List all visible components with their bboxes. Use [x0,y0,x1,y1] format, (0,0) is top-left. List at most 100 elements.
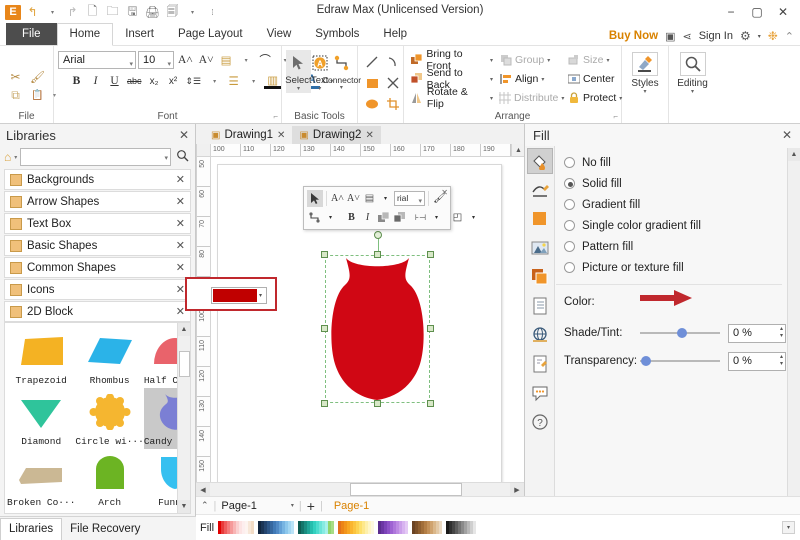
line-spacing-icon[interactable]: ⇕☰ [184,72,204,90]
tab-page-layout[interactable]: Page Layout [166,24,255,45]
subscript-button[interactable]: x₂ [146,72,163,90]
palette-swatch[interactable] [331,521,334,534]
library-search-input[interactable]: ▾ [20,148,171,166]
shade-tint-input[interactable]: 0 % ▴ ▾ [728,324,786,343]
chevron-down-icon[interactable]: ▾ [164,154,168,162]
spinner-arrows[interactable]: ▴ ▾ [780,354,783,368]
chevron-down-icon[interactable]: ▾ [490,95,493,102]
current-page-tab[interactable]: Page-1 [334,500,369,512]
spinner-arrows[interactable]: ▴ ▾ [780,326,783,340]
font-name-combo[interactable]: Arial ▾ [58,51,136,69]
canvas-horizontal-scrollbar[interactable]: ◀ ▶ [196,482,524,496]
transparency-slider[interactable] [640,354,720,368]
close-icon[interactable]: ✕ [179,128,189,142]
close-icon[interactable]: ✕ [176,283,185,296]
tab-libraries[interactable]: Libraries [0,518,62,540]
crop-shape-icon[interactable] [383,94,403,114]
chevron-down-icon[interactable]: ▾ [606,57,609,64]
font-size-combo[interactable]: 10 ▾ [138,51,174,69]
bullets-dropdown-icon[interactable]: ▾ [245,72,262,90]
shape-rhombus[interactable]: Rhombus [75,327,143,388]
scroll-down-icon[interactable]: ▼ [178,500,190,513]
chevron-down-icon[interactable]: ▾ [547,57,550,64]
resize-handle-e[interactable] [427,325,434,332]
group-button[interactable]: Group ▾ [496,51,564,69]
align-distribute-dropdown-icon[interactable]: ▾ [429,209,444,226]
search-icon[interactable] [174,149,191,165]
library-item-icons[interactable]: Icons ✕ [4,279,191,300]
align-distribute-icon[interactable]: ⊦⊣ [413,209,428,226]
distribute-button[interactable]: Distribute ▾ [496,89,564,107]
app-badge-icon[interactable]: ❉ [768,29,778,43]
superscript-button[interactable]: x² [165,72,182,90]
chevron-down-icon[interactable]: ▾ [643,89,646,96]
italic-button[interactable]: I [87,72,104,90]
palette-dropdown-icon[interactable]: ▾ [782,521,795,534]
home-icon[interactable]: ⌂ [4,150,11,164]
selected-shape-wrapper[interactable] [325,255,430,403]
collapse-ribbon-icon[interactable]: ⌃ [785,30,794,43]
format-painter-icon[interactable]: 🖌 [29,68,46,85]
scroll-up-icon[interactable]: ▲ [178,323,190,336]
picture-icon[interactable] [527,235,553,261]
color-palette[interactable] [218,521,480,534]
center-button[interactable]: Center [564,70,626,88]
cross-shape-icon[interactable] [383,73,403,93]
close-icon[interactable]: ✕ [176,173,185,186]
line-icon[interactable] [527,177,553,203]
scrollbar-track[interactable] [210,483,510,496]
spinner-up-icon[interactable]: ▴ [780,354,783,361]
library-item-backgrounds[interactable]: Backgrounds ✕ [4,169,191,190]
bold-button[interactable]: B [344,209,359,226]
transparency-input[interactable]: 0 % ▴ ▾ [728,352,786,371]
mini-font-name-combo[interactable]: rial ▾ [394,191,425,206]
copy-icon[interactable]: ⧉ [7,87,24,104]
gear-icon[interactable]: ⚙ [740,29,751,43]
collapse-icon[interactable]: ⌃ [201,500,209,511]
styles-button[interactable] [632,52,658,76]
scroll-up-icon[interactable]: ▲ [788,148,800,161]
shape-broken-corner[interactable]: Broken Co··· [7,449,75,510]
radio-button[interactable] [564,157,575,168]
bullets-icon[interactable]: ☰ [225,72,242,90]
shape-arch[interactable]: Arch [75,449,143,510]
connector-dropdown-icon[interactable]: ▾ [323,209,338,226]
italic-button[interactable]: I [360,209,375,226]
ruler-collapse-icon[interactable]: ▲ [511,144,525,157]
palette-swatch[interactable] [371,521,374,534]
arrange-dialog-launcher[interactable]: ⌐ [613,112,618,121]
gear-dropdown-icon[interactable]: ▾ [758,33,761,40]
radio-button[interactable] [564,241,575,252]
bring-forward-icon[interactable] [376,209,391,226]
tab-insert[interactable]: Insert [113,24,166,45]
close-icon[interactable]: ✕ [176,305,185,318]
close-icon[interactable]: ✕ [176,239,185,252]
palette-swatch[interactable] [291,521,294,534]
line-shape-icon[interactable] [362,52,382,72]
close-icon[interactable]: ✕ [782,128,792,142]
scroll-left-icon[interactable]: ◀ [196,483,210,496]
ellipse-shape-icon[interactable] [362,94,382,114]
library-item-text-box[interactable]: Text Box ✕ [4,213,191,234]
spinner-down-icon[interactable]: ▾ [780,361,783,368]
tab-home[interactable]: Home [57,23,114,46]
account-icon[interactable]: ▣ [665,30,675,43]
shadow-icon[interactable] [527,206,553,232]
fill-style-icon[interactable]: ◰ [450,209,465,226]
resize-handle-nw[interactable] [321,251,328,258]
rotation-handle[interactable] [374,231,382,239]
shade-tint-slider[interactable] [640,326,720,340]
vertical-ruler[interactable]: 50 60 70 80 90 100 110 120 130 140 150 [197,157,211,496]
rectangle-shape-icon[interactable] [362,73,382,93]
fill-panel-scrollbar[interactable]: ▲ [787,148,800,540]
spinner-down-icon[interactable]: ▾ [780,333,783,340]
library-item-2d-block[interactable]: 2D Block ✕ [4,301,191,322]
buy-now-button[interactable]: Buy Now [609,30,658,42]
palette-swatch[interactable] [473,521,476,534]
close-button[interactable]: ✕ [770,2,796,22]
spinner-up-icon[interactable]: ▴ [780,326,783,333]
slider-knob[interactable] [641,356,651,366]
text-tool[interactable]: A Text ▾ [311,50,328,93]
close-icon[interactable]: ✕ [277,130,285,141]
chevron-down-icon[interactable]: ▾ [490,57,493,64]
